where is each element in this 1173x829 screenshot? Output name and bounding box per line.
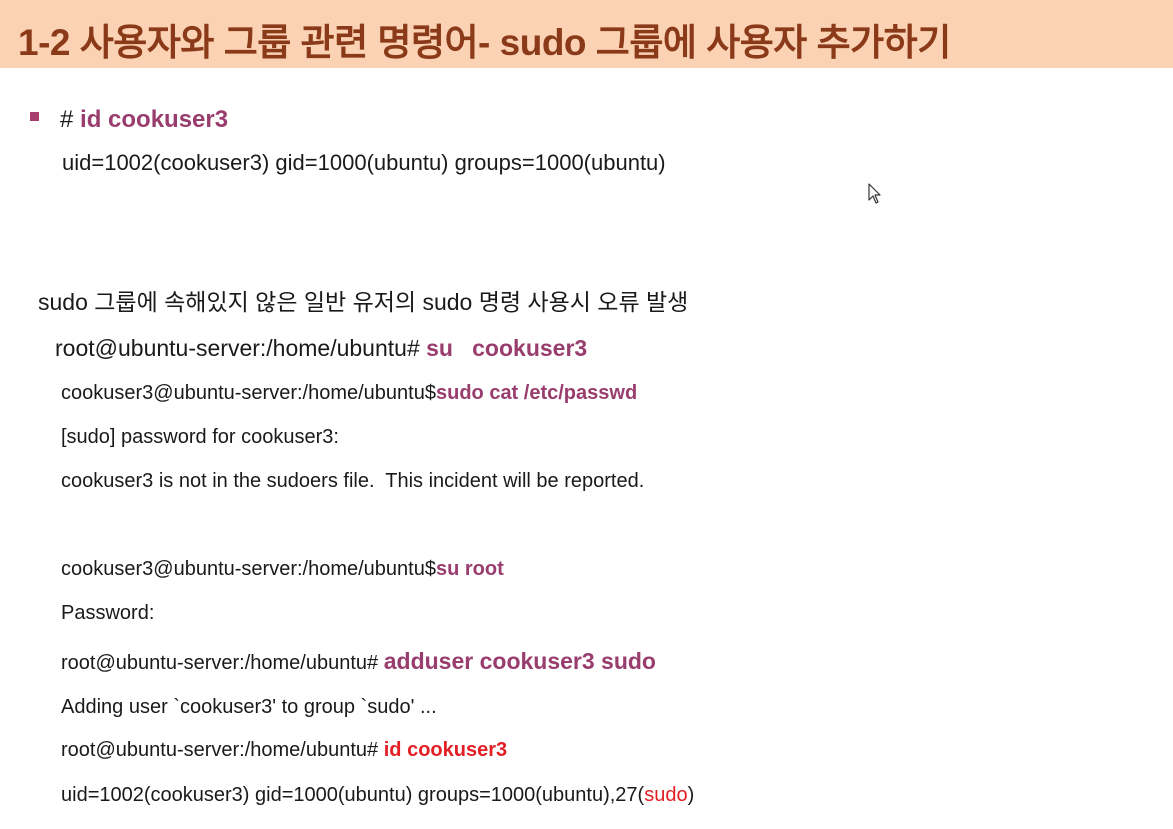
terminal-command: adduser cookuser3 sudo (383, 648, 656, 674)
terminal-output: uid=1002(cookuser3) gid=1000(ubuntu) gro… (61, 784, 694, 807)
terminal-prompt: root@ubuntu-server:/home/ubuntu# (61, 739, 379, 761)
command-line-id: # id cookuser3 (60, 106, 228, 134)
prompt-hash: # (60, 106, 74, 133)
groups-output-suffix: ) (687, 784, 695, 806)
command-id: id cookuser3 (80, 106, 229, 133)
terminal-output: Adding user `cookuser3' to group `sudo' … (61, 696, 437, 718)
mouse-pointer-icon (868, 183, 881, 204)
square-bullet-icon (30, 112, 39, 121)
terminal-command: id cookuser3 (383, 739, 508, 761)
terminal-line: cookuser3@ubuntu-server:/home/ubuntu$su … (61, 558, 504, 581)
terminal-output: Password: (61, 602, 155, 624)
terminal-command: sudo cat /etc/passwd (435, 382, 638, 404)
terminal-line: root@ubuntu-server:/home/ubuntu# id cook… (61, 739, 507, 762)
terminal-prompt: cookuser3@ubuntu-server:/home/ubuntu$ (61, 558, 436, 580)
terminal-output: cookuser3 is not in the sudoers file. Th… (61, 470, 645, 492)
terminal-line: root@ubuntu-server:/home/ubuntu# su cook… (55, 335, 587, 362)
terminal-prompt: cookuser3@ubuntu-server:/home/ubuntu$ (61, 382, 436, 404)
terminal-output: [sudo] password for cookuser3: (61, 426, 339, 448)
slide-title: 1-2 사용자와 그룹 관련 명령어- sudo 그룹에 사용자 추가하기 (18, 22, 951, 63)
section-heading: sudo 그룹에 속해있지 않은 일반 유저의 sudo 명령 사용시 오류 발… (38, 289, 689, 315)
terminal-command: su cookuser3 (426, 335, 588, 361)
output-id: uid=1002(cookuser3) gid=1000(ubuntu) gro… (62, 150, 666, 175)
groups-output: uid=1002(cookuser3) gid=1000(ubuntu) gro… (61, 784, 645, 806)
terminal-prompt: root@ubuntu-server:/home/ubuntu# (61, 652, 379, 674)
terminal-line: cookuser3@ubuntu-server:/home/ubuntu$sud… (61, 382, 637, 405)
terminal-command: su root (435, 558, 504, 580)
sudo-group-highlight: sudo (644, 784, 688, 806)
slide-title-bar: 1-2 사용자와 그룹 관련 명령어- sudo 그룹에 사용자 추가하기 (0, 0, 1173, 68)
terminal-prompt: root@ubuntu-server:/home/ubuntu# (55, 335, 420, 361)
terminal-line: root@ubuntu-server:/home/ubuntu# adduser… (61, 648, 656, 675)
